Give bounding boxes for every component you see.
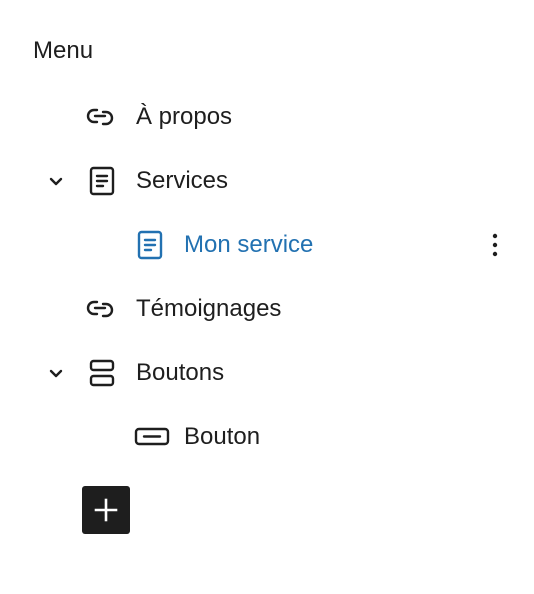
menu-item-boutons[interactable]: Boutons	[0, 349, 534, 397]
custom-link-icon	[84, 293, 116, 325]
menu-item-mon-service[interactable]: Mon service	[0, 221, 534, 269]
menu-item-label: Témoignages	[136, 295, 282, 322]
menu-item-label: Services	[136, 167, 229, 194]
plus-icon	[94, 498, 118, 522]
menu-item-label: Bouton	[184, 423, 261, 450]
page-icon	[86, 165, 118, 197]
chevron-down-icon[interactable]	[44, 361, 68, 385]
menu-item-label: Boutons	[136, 359, 225, 386]
menu-item-label: Mon service	[184, 231, 314, 258]
menu-item-temoignages[interactable]: Témoignages	[0, 285, 534, 333]
more-vertical-icon[interactable]	[480, 229, 512, 261]
page-icon	[134, 229, 166, 261]
add-block-button[interactable]	[82, 486, 130, 534]
menu-item-label: À propos	[136, 103, 233, 130]
menu-title: Menu	[33, 37, 94, 64]
custom-link-icon	[84, 101, 116, 133]
buttons-block-icon	[86, 357, 118, 389]
button-block-icon	[134, 421, 170, 453]
menu-item-a-propos[interactable]: À propos	[0, 93, 534, 141]
chevron-down-icon[interactable]	[44, 169, 68, 193]
menu-item-bouton[interactable]: Bouton	[0, 413, 534, 461]
menu-item-services[interactable]: Services	[0, 157, 534, 205]
